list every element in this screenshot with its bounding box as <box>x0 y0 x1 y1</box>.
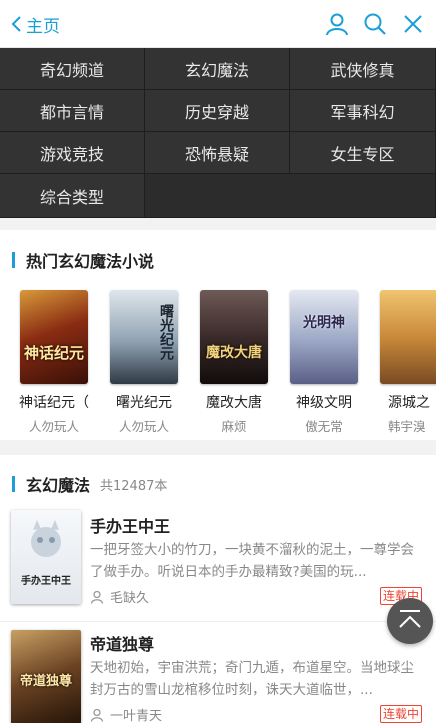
book-cover[interactable]: 帝道独尊 <box>11 630 81 723</box>
book-author: 麻烦 <box>221 419 247 434</box>
section-title: 玄幻魔法 <box>26 476 91 495</box>
user-icon[interactable] <box>324 11 350 37</box>
book-author: 韩宇溴 <box>388 419 426 434</box>
status-badge: 连载中 <box>380 705 423 723</box>
section-title: 热门玄幻魔法小说 <box>26 252 155 271</box>
book-description: 天地初始，宇宙洪荒；奇门九遁，布道星空。当地球尘封万古的雪山龙棺移位时刻，诛天大… <box>90 660 414 698</box>
book-list-item[interactable]: 手办王中王 手办王中王 一把牙签大小的竹刀，一块黄不溜秋的泥土，一尊学会了做手办… <box>0 503 436 621</box>
category-item[interactable]: 玄幻魔法 <box>145 48 290 90</box>
book-card[interactable]: 光明神 神级文明 傲无常 <box>282 290 366 435</box>
back-to-top-button[interactable] <box>387 598 433 644</box>
book-author: 一叶青天 <box>110 709 163 723</box>
book-title: 源城之 <box>388 395 430 411</box>
book-cover[interactable]: 曙光纪元 <box>110 290 178 384</box>
user-icon <box>90 708 104 722</box>
cover-title: 帝道独尊 <box>19 674 72 689</box>
book-title: 神话纪元（ <box>19 395 89 411</box>
book-list-item[interactable]: 帝道独尊 帝道独尊 天地初始，宇宙洪荒；奇门九遁，布道星空。当地球尘封万古的雪山… <box>0 621 436 723</box>
book-author-row: 毛缺久 <box>90 587 149 606</box>
close-icon[interactable] <box>400 11 426 37</box>
section-header: 玄幻魔法 共12487本 <box>12 472 167 496</box>
book-title: 神级文明 <box>296 395 352 411</box>
book-card[interactable]: 魔改大唐 魔改大唐 麻烦 <box>192 290 276 435</box>
book-title: 魔改大唐 <box>206 395 262 411</box>
book-author: 人勿玩人 <box>28 419 79 434</box>
book-author-row: 一叶青天 <box>90 705 162 723</box>
book-author: 毛缺久 <box>110 591 150 606</box>
category-item[interactable]: 恐怖悬疑 <box>145 132 290 174</box>
book-author: 人勿玩人 <box>118 419 169 434</box>
hot-books-section: 热门玄幻魔法小说 神话纪元 神话纪元（ 人勿玩人 曙光纪元 曙光纪元 人勿玩人 … <box>0 230 436 440</box>
category-item[interactable]: 女生专区 <box>290 132 436 174</box>
chevron-left-icon <box>11 16 21 32</box>
category-item[interactable]: 都市言情 <box>0 90 145 132</box>
category-list-section: 玄幻魔法 共12487本 手办王中王 手办王中王 一把牙签大小的竹刀，一块黄不溜… <box>0 455 436 723</box>
back-to-top-icon <box>399 610 421 628</box>
book-card[interactable]: 神话纪元 神话纪元（ 人勿玩人 <box>12 290 96 435</box>
book-cover[interactable]: 手办王中王 <box>11 510 81 604</box>
book-cover[interactable] <box>380 290 436 384</box>
book-card[interactable]: 源城之 韩宇溴 <box>372 290 436 435</box>
book-card[interactable]: 曙光纪元 曙光纪元 人勿玩人 <box>102 290 186 435</box>
section-header: 热门玄幻魔法小说 <box>12 248 154 272</box>
cover-title: 曙光纪元 <box>158 304 174 360</box>
category-item[interactable]: 历史穿越 <box>145 90 290 132</box>
category-item[interactable]: 游戏竞技 <box>0 132 145 174</box>
book-cover[interactable]: 魔改大唐 <box>200 290 268 384</box>
page: 主页 奇幻频道 玄幻魔法 武侠修真 都市言情 历史穿越 军事科幻 游戏竞技 恐怖… <box>0 0 436 723</box>
user-icon <box>90 590 104 604</box>
back-label: 主页 <box>26 16 60 37</box>
search-icon[interactable] <box>362 11 388 37</box>
cover-title: 手办王中王 <box>21 576 71 587</box>
cover-title: 光明神 <box>303 315 345 331</box>
category-grid: 奇幻频道 玄幻魔法 武侠修真 都市言情 历史穿越 军事科幻 游戏竞技 恐怖悬疑 … <box>0 48 436 218</box>
book-description: 一把牙签大小的竹刀，一块黄不溜秋的泥土，一尊学会了做手办。听说日本的手办最精致?… <box>90 542 414 580</box>
book-cover[interactable]: 光明神 <box>290 290 358 384</box>
robot-cat-illustration <box>31 520 61 557</box>
top-bar: 主页 <box>0 0 436 48</box>
book-title[interactable]: 帝道独尊 <box>90 631 154 655</box>
cover-title: 魔改大唐 <box>206 345 262 361</box>
book-author: 傲无常 <box>305 419 343 434</box>
category-item[interactable]: 武侠修真 <box>290 48 436 90</box>
category-item[interactable]: 奇幻频道 <box>0 48 145 90</box>
category-empty-cell <box>145 174 436 218</box>
category-item[interactable]: 军事科幻 <box>290 90 436 132</box>
back-button[interactable]: 主页 <box>10 9 60 39</box>
category-item[interactable]: 综合类型 <box>0 174 145 218</box>
book-title: 曙光纪元 <box>116 395 172 411</box>
cover-title: 神话纪元 <box>23 344 84 362</box>
section-accent-bar <box>12 252 15 268</box>
section-accent-bar <box>12 476 15 492</box>
book-cover[interactable]: 神话纪元 <box>20 290 88 384</box>
book-count: 共12487本 <box>100 478 168 494</box>
book-title[interactable]: 手办王中王 <box>90 513 170 537</box>
